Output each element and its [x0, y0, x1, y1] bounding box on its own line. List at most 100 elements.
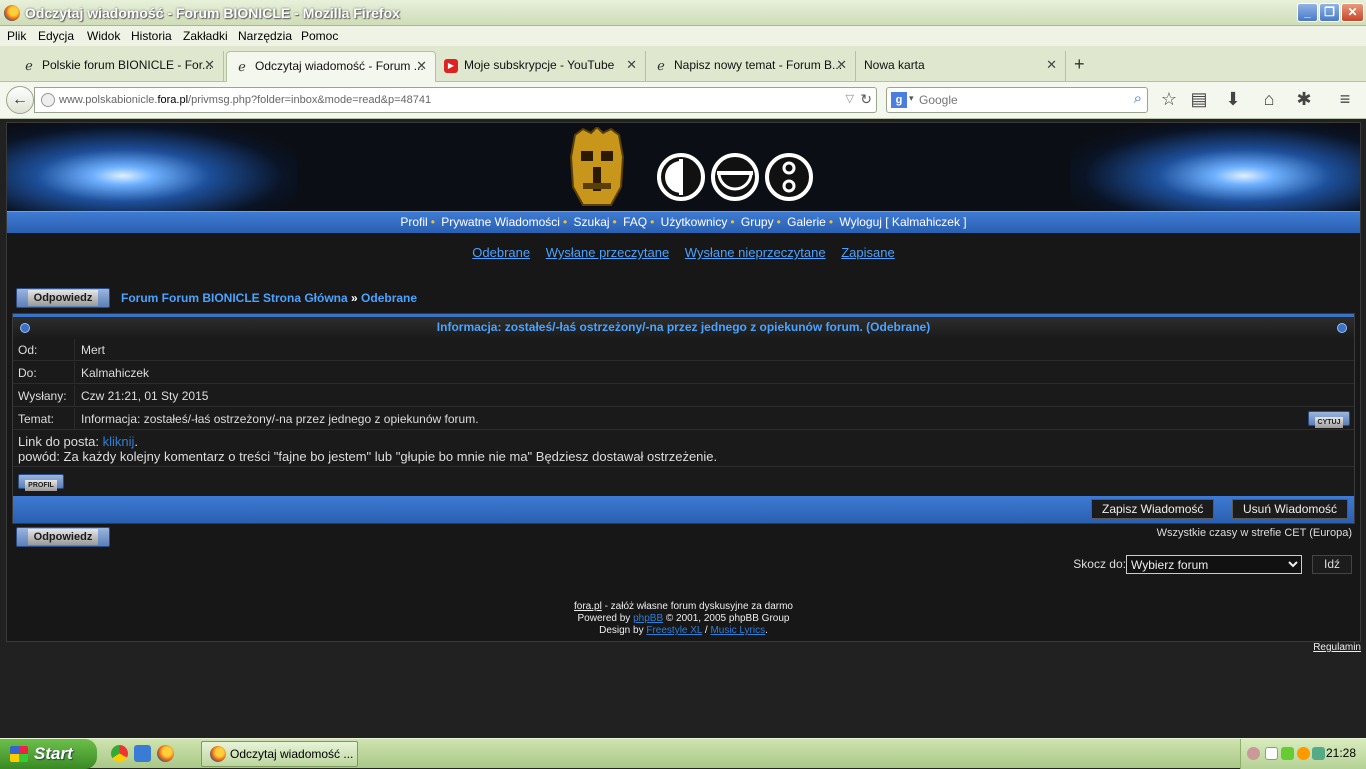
reply-button-top[interactable]: Odpowiedz: [16, 288, 110, 308]
nav-wyloguj[interactable]: Wyloguj [ Kalmahiczek ]: [839, 215, 966, 229]
nav-faq[interactable]: FAQ: [623, 215, 647, 229]
url-text[interactable]: www.polskabionicle.fora.pl/privmsg.php?f…: [59, 94, 431, 106]
dropdown-arrow-icon[interactable]: ▽: [846, 92, 854, 105]
download-icon[interactable]: ⬇: [1222, 89, 1244, 110]
menu-narzedzia[interactable]: Narzędzia: [238, 29, 292, 43]
footer-text: © 2001, 2005 phpBB Group: [663, 613, 790, 624]
forum-container: Profil • Prywatne Wiadomości • Szukaj • FAQ…: [6, 122, 1361, 642]
pm-folder-nav: Odebrane Wysłane przeczytane Wysłane nie…: [7, 245, 1360, 260]
search-input[interactable]: [919, 91, 1119, 109]
tray-notes-icon[interactable]: [1265, 747, 1278, 760]
google-icon[interactable]: g: [891, 92, 907, 108]
phpbb-link[interactable]: phpBB: [633, 613, 663, 624]
tray-app-icon[interactable]: [1281, 747, 1294, 760]
nav-grupy[interactable]: Grupy: [741, 215, 774, 229]
system-tray: 21:28: [1240, 739, 1366, 769]
tab-nowa-karta[interactable]: Nowa karta ✕: [856, 51, 1066, 82]
pm-link-wyslane-nieprzeczytane[interactable]: Wysłane nieprzeczytane: [685, 245, 826, 260]
start-button[interactable]: Start: [0, 739, 97, 769]
home-icon[interactable]: ⌂: [1258, 89, 1280, 110]
music-lyrics-link[interactable]: Music Lyrics: [710, 625, 765, 636]
nav-prywatne-wiadomosci[interactable]: Prywatne Wiadomości: [441, 215, 560, 229]
jump-label: Skocz do:: [1073, 557, 1126, 571]
toa-symbol-3-icon: [765, 153, 813, 201]
banner-burst-right: [1070, 123, 1360, 211]
pm-link-wyslane-przeczytane[interactable]: Wysłane przeczytane: [546, 245, 669, 260]
hamburger-menu-icon[interactable]: ≡: [1334, 89, 1356, 110]
forum-select[interactable]: Wybierz forum: [1126, 555, 1302, 574]
message-body: Link do posta: kliknij. powód: Za każdy …: [13, 431, 1354, 467]
back-arrow-icon[interactable]: ←: [6, 86, 34, 114]
window-titlebar: Odczytaj wiadomość - Forum BIONICLE - Mo…: [0, 0, 1366, 26]
firefox-icon: [4, 5, 20, 21]
timezone-note: Wszystkie czasy w strefie CET (Europa): [1156, 527, 1352, 539]
quote-button[interactable]: CYTUJ: [1308, 411, 1350, 428]
breadcrumb-home[interactable]: Forum Forum BIONICLE Strona Główna: [121, 291, 348, 305]
fora-link[interactable]: fora.pl: [574, 601, 602, 612]
tab-close-icon[interactable]: ✕: [626, 51, 637, 79]
row-to: Do: Kalmahiczek: [13, 362, 1354, 384]
reload-icon[interactable]: ↻: [860, 91, 872, 108]
reply-button-bottom[interactable]: Odpowiedz: [16, 527, 110, 547]
tab-polskie-forum[interactable]: ℯ Polskie forum BIONICLE - For... ✕: [14, 51, 224, 82]
tab-close-icon[interactable]: ✕: [1046, 51, 1057, 79]
chrome-icon[interactable]: [111, 745, 128, 762]
save-message-button[interactable]: Zapisz Wiadomość: [1091, 499, 1215, 519]
bookmark-star-icon[interactable]: ☆: [1158, 89, 1180, 110]
url-host: fora.pl: [157, 94, 189, 106]
tray-expand-icon[interactable]: [1247, 747, 1260, 760]
taskbar-item-firefox[interactable]: Odczytaj wiadomość ...: [201, 741, 358, 767]
menu-historia[interactable]: Historia: [131, 29, 172, 43]
profile-button[interactable]: PROFIL: [18, 474, 64, 491]
message-actions-bar: Zapisz Wiadomość Usuń Wiadomość: [13, 496, 1354, 523]
search-icon[interactable]: ⌕: [1134, 90, 1142, 107]
freestyle-xl-link[interactable]: Freestyle XL: [646, 625, 702, 636]
menu-edycja[interactable]: Edycja: [38, 29, 74, 43]
nav-uzytkownicy[interactable]: Użytkownicy: [661, 215, 728, 229]
post-link[interactable]: kliknij: [103, 434, 135, 449]
bookmarks-list-icon[interactable]: ▤: [1188, 89, 1210, 110]
footer-line-1: fora.pl - załóż własne forum dyskusyjne …: [7, 601, 1360, 613]
tab-close-icon[interactable]: ✕: [416, 52, 427, 80]
row-from: Od: Mert: [13, 339, 1354, 361]
tab-label: Nowa karta: [864, 58, 925, 72]
windows-logo-icon: [10, 746, 28, 762]
menu-plik[interactable]: Plik: [7, 29, 26, 43]
search-engine-dropdown-icon[interactable]: ▾: [909, 93, 914, 104]
addon-icon[interactable]: ✱: [1293, 89, 1315, 110]
delete-message-button[interactable]: Usuń Wiadomość: [1232, 499, 1349, 519]
nav-profil[interactable]: Profil: [400, 215, 427, 229]
menu-pomoc[interactable]: Pomoc: [301, 29, 338, 43]
tab-close-icon[interactable]: ✕: [204, 51, 215, 79]
nav-szukaj[interactable]: Szukaj: [574, 215, 610, 229]
tab-close-icon[interactable]: ✕: [836, 51, 847, 79]
search-bar[interactable]: g ▾ ⌕: [886, 87, 1148, 113]
row-label: Do:: [13, 362, 75, 384]
tab-bar: ℯ Polskie forum BIONICLE - For... ✕ ℯ Odcz…: [0, 46, 1366, 82]
new-tab-icon[interactable]: +: [1074, 54, 1085, 75]
pm-link-odebrane[interactable]: Odebrane: [472, 245, 530, 260]
menu-zakladki[interactable]: Zakładki: [183, 29, 228, 43]
tray-avast-icon[interactable]: [1297, 747, 1310, 760]
footer-text: .: [765, 625, 768, 636]
toa-symbol-2-icon: [711, 153, 759, 201]
tab-odczytaj-wiadomosc[interactable]: ℯ Odczytaj wiadomość - Forum ... ✕: [226, 51, 436, 82]
firefox-icon[interactable]: [157, 745, 174, 762]
minimize-button[interactable]: _: [1297, 3, 1318, 22]
ie-icon[interactable]: [134, 745, 151, 762]
tab-youtube[interactable]: ▶ Moje subskrypcje - YouTube ✕: [436, 51, 646, 82]
ie-icon: ℯ: [25, 57, 33, 73]
breadcrumb-current[interactable]: Odebrane: [361, 291, 417, 305]
close-button[interactable]: ✕: [1341, 3, 1364, 22]
maximize-button[interactable]: ❐: [1319, 3, 1340, 22]
pm-link-zapisane[interactable]: Zapisane: [841, 245, 894, 260]
nav-galerie[interactable]: Galerie: [787, 215, 826, 229]
clock[interactable]: 21:28: [1326, 746, 1356, 760]
tray-network-icon[interactable]: [1312, 747, 1325, 760]
go-button[interactable]: Idź: [1312, 555, 1352, 574]
body-line-1: Link do posta: kliknij.: [18, 434, 1349, 449]
url-bar[interactable]: www.polskabionicle.fora.pl/privmsg.php?f…: [34, 87, 877, 113]
menu-widok[interactable]: Widok: [87, 29, 120, 43]
regulamin-link[interactable]: Regulamin: [1313, 642, 1361, 653]
tab-napisz-nowy-temat[interactable]: ℯ Napisz nowy temat - Forum B... ✕: [646, 51, 856, 82]
